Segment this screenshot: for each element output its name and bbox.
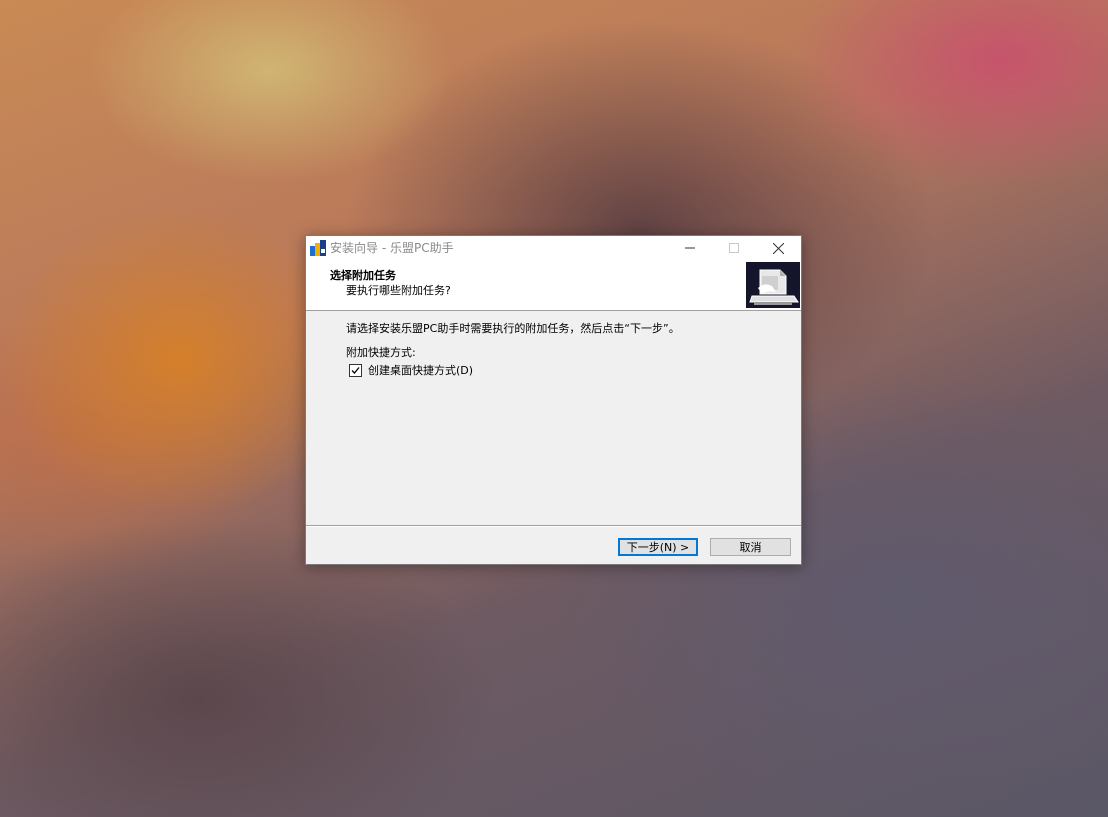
page-subtitle: 要执行哪些附加任务? [346,284,451,297]
close-icon [772,242,784,254]
setup-wizard-window: 安装向导 - 乐盟PC助手 选择附加任务 要执行哪些附加任务? 请选择安装乐盟P… [305,235,802,565]
desktop-shortcut-checkbox[interactable] [349,363,362,377]
footer-divider [306,525,801,527]
check-icon [351,366,360,374]
wizard-header: 选择附加任务 要执行哪些附加任务? [306,260,801,311]
desktop-shortcut-option[interactable]: 创建桌面快捷方式(D) [349,363,473,377]
cancel-button[interactable]: 取消 [710,538,791,556]
maximize-icon [729,243,739,253]
shortcut-group-label: 附加快捷方式: [346,346,416,359]
close-button[interactable] [755,236,801,260]
desktop-shortcut-label[interactable]: 创建桌面快捷方式(D) [368,362,473,378]
page-title: 选择附加任务 [330,269,396,282]
minimize-button[interactable] [667,236,713,260]
app-icon [310,240,326,256]
installer-box-icon [746,262,800,308]
wizard-content: 请选择安装乐盟PC助手时需要执行的附加任务，然后点击“下一步”。 附加快捷方式:… [306,311,801,524]
minimize-icon [685,247,695,249]
window-title: 安装向导 - 乐盟PC助手 [330,241,454,255]
next-button[interactable]: 下一步(N) > [618,538,698,556]
instruction-text: 请选择安装乐盟PC助手时需要执行的附加任务，然后点击“下一步”。 [346,322,680,335]
title-bar[interactable]: 安装向导 - 乐盟PC助手 [306,236,801,260]
maximize-button[interactable] [711,236,757,260]
